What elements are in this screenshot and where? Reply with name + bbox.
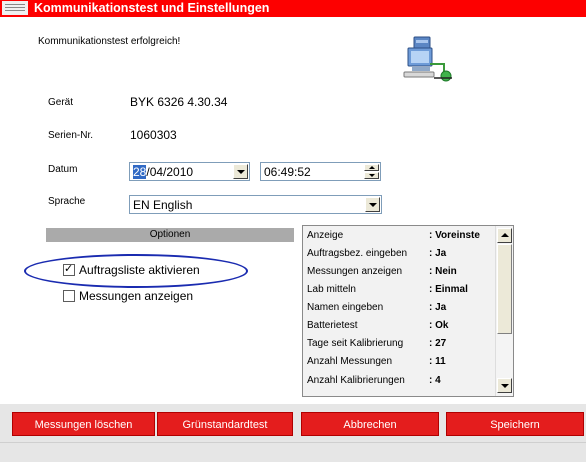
auftragsliste-checkbox[interactable]: ✓ (63, 262, 75, 276)
date-picker[interactable]: 28/04/2010 (129, 162, 250, 181)
language-select[interactable]: EN English (129, 195, 382, 214)
date-day-selected: 28 (133, 165, 147, 179)
scroll-down-button[interactable] (497, 378, 512, 393)
time-value: 06:49:52 (264, 165, 311, 179)
date-label: Datum (48, 164, 78, 175)
date-rest: /04/2010 (146, 165, 194, 179)
language-value: EN English (133, 198, 193, 212)
network-computer-icon (403, 36, 452, 82)
window-title: Kommunikationstest und Einstellungen (34, 1, 270, 15)
app-icon (2, 1, 28, 15)
list-scrollbar[interactable] (495, 226, 513, 396)
scroll-thumb[interactable] (497, 244, 512, 334)
title-bar: Kommunikationstest und Einstellungen (0, 0, 586, 17)
messungen-anzeigen-checkbox[interactable] (63, 290, 75, 302)
date-dropdown-button[interactable] (233, 164, 248, 179)
serial-value: 1060303 (130, 128, 177, 142)
green-standard-test-button[interactable]: Grünstandardtest (157, 412, 293, 436)
time-spin-up[interactable] (364, 164, 379, 171)
options-header: Optionen (46, 228, 294, 242)
scroll-up-button[interactable] (497, 228, 512, 243)
check-mark-icon: ✓ (64, 262, 74, 275)
save-button[interactable]: Speichern (446, 412, 584, 436)
device-value: BYK 6326 4.30.34 (130, 95, 228, 109)
delete-measurements-button[interactable]: Messungen löschen (12, 412, 155, 436)
cancel-button[interactable]: Abbrechen (301, 412, 439, 436)
status-message: Kommunikationstest erfolgreich! (38, 36, 181, 47)
language-dropdown-button[interactable] (365, 197, 380, 212)
device-label: Gerät (48, 97, 74, 108)
divider (0, 442, 586, 443)
auftragsliste-label[interactable]: Auftragsliste aktivieren (79, 263, 200, 277)
language-label: Sprache (48, 196, 86, 207)
time-spin-down[interactable] (364, 172, 379, 179)
messungen-anzeigen-label[interactable]: Messungen anzeigen (79, 289, 193, 303)
serial-label: Serien-Nr. (48, 130, 94, 141)
time-field[interactable]: 06:49:52 (260, 162, 381, 181)
settings-list[interactable]: Anzeige: Voreinste Auftragsbez. eingeben… (302, 225, 514, 397)
